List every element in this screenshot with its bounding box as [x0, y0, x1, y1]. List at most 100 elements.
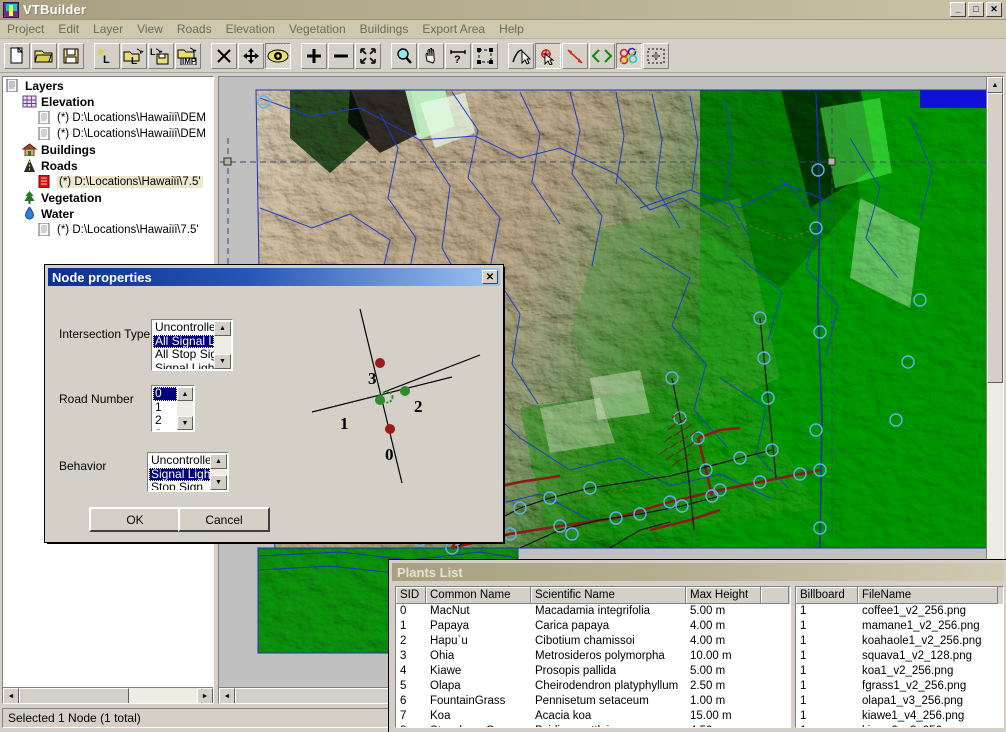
new-layer-button[interactable]: L [94, 42, 120, 69]
new-project-button[interactable] [4, 42, 30, 69]
menu-item-elevation[interactable]: Elevation [219, 20, 282, 38]
table-row[interactable]: 2 Hapu`u Cibotium chamissoi 4.00 m [396, 634, 790, 649]
table-row[interactable]: 6 FountainGrass Pennisetum setaceum 1.00 m [396, 694, 790, 709]
column-header[interactable]: Billboard [796, 587, 858, 604]
listbox-scrollbar[interactable]: ▲ ▼ [214, 321, 231, 369]
listbox-option[interactable]: Signal Light(: [153, 361, 214, 369]
plants-left-grid[interactable]: SID Common Name Scientific Name Max Height … [395, 586, 791, 728]
close-layer-button[interactable] [211, 42, 237, 69]
menu-item-help[interactable]: Help [492, 20, 531, 38]
scroll-down-button[interactable]: ▼ [214, 354, 231, 369]
scroll-right-button[interactable]: ► [197, 688, 213, 703]
road-direction-button[interactable] [562, 42, 588, 69]
scroll-thumb[interactable] [987, 93, 1003, 383]
listbox-option[interactable]: All Stop Sign [153, 347, 214, 362]
select-box-button[interactable] [472, 42, 498, 69]
menu-item-export-area[interactable]: Export Area [415, 20, 492, 38]
maximize-button[interactable]: □ [968, 2, 984, 17]
zoom-in-button[interactable] [301, 42, 327, 69]
listbox-option[interactable]: All Signal Lig [153, 334, 214, 348]
column-header[interactable]: Max Height [686, 587, 761, 604]
cancel-button[interactable]: Cancel [178, 507, 270, 532]
tree-node[interactable]: Roads [4, 158, 212, 174]
table-row[interactable]: 3 Ohia Metrosideros polymorpha 10.00 m [396, 649, 790, 664]
table-row[interactable]: 1 olapa1_v3_256.png [796, 694, 1003, 709]
table-row[interactable]: 5 Olapa Cheirodendron platyphyllum 2.50 m [396, 679, 790, 694]
table-row[interactable]: 8StrawberryGuavaPsidium cattleianum4.50 … [396, 724, 790, 727]
tree-node[interactable]: (*) D:\Locations\Hawaiïi\7.5' [4, 222, 212, 238]
minimize-button[interactable]: _ [950, 2, 966, 17]
layers-hscrollbar[interactable]: ◄ ► [3, 687, 213, 703]
column-header[interactable] [761, 587, 789, 604]
plants-right-body[interactable]: 1 coffee1_v2_256.png 1 mamane1_v2_256.png 1 k… [796, 604, 1003, 727]
open-layer-button[interactable]: L [121, 42, 147, 69]
listbox-option[interactable]: Uncontrolled [153, 321, 214, 335]
listbox-option[interactable]: Stop Sign [149, 480, 210, 490]
column-header[interactable]: Common Name [426, 587, 531, 604]
scroll-up-button[interactable]: ▲ [987, 77, 1003, 93]
pan-hand-button[interactable] [418, 42, 444, 69]
menu-item-edit[interactable]: Edit [51, 20, 86, 38]
intersection-type-listbox[interactable]: UncontrolledAll Signal LigAll Stop SignS… [151, 319, 233, 371]
column-header[interactable]: Scientific Name [531, 587, 686, 604]
scroll-up-button[interactable]: ▲ [214, 321, 231, 336]
table-row[interactable]: 0 MacNut Macadamia integrifolia 5.00 m [396, 604, 790, 619]
table-row[interactable]: 1 squava1_v2_128.png [796, 649, 1003, 664]
scroll-left-button[interactable]: ◄ [3, 688, 19, 703]
table-row[interactable]: 1 Papaya Carica papaya 4.00 m [396, 619, 790, 634]
listbox-option[interactable]: 0 [153, 387, 177, 401]
menu-item-layer[interactable]: Layer [86, 20, 130, 38]
save-layer-button[interactable]: L [148, 42, 174, 69]
column-header[interactable]: SID [396, 587, 426, 604]
tree-node[interactable]: Water [4, 206, 212, 222]
plants-left-body[interactable]: 0 MacNut Macadamia integrifolia 5.00 m 1 Papa… [396, 604, 790, 727]
show-layer-button[interactable] [265, 42, 291, 69]
scroll-up-button[interactable]: ▲ [210, 454, 227, 469]
save-project-button[interactable] [58, 42, 84, 69]
scroll-down-button[interactable]: ▼ [177, 416, 193, 430]
tree-node[interactable]: Vegetation [4, 190, 212, 206]
listbox-option[interactable]: Signal Light [149, 467, 210, 481]
menu-item-project[interactable]: Project [0, 20, 51, 38]
table-row[interactable]: 1 mamane1_v2_256.png [796, 619, 1003, 634]
tree-node[interactable]: Layers [4, 78, 212, 94]
menu-item-vegetation[interactable]: Vegetation [282, 20, 353, 38]
road-nodes-button[interactable] [616, 42, 642, 69]
table-row[interactable]: 7 Koa Acacia koa 15.00 m [396, 709, 790, 724]
listbox-option[interactable]: Uncontrolled [149, 454, 210, 468]
column-header[interactable]: FileName [858, 587, 998, 604]
scroll-up-button[interactable]: ▲ [177, 387, 193, 401]
listbox-scrollbar[interactable]: ▲ ▼ [177, 387, 193, 430]
selection-handle[interactable] [827, 157, 836, 166]
listbox-option[interactable]: 2 [153, 413, 177, 428]
road-cleanup-button[interactable] [643, 42, 669, 69]
tree-node[interactable]: Buildings [4, 142, 212, 158]
listbox-option[interactable]: 3 [153, 427, 177, 430]
scroll-left-button[interactable]: ◄ [219, 688, 235, 703]
table-row[interactable]: 1kiawe2_v3_256.png [796, 724, 1003, 727]
zoom-out-button[interactable] [328, 42, 354, 69]
import-layer-button[interactable]: IMP [175, 42, 201, 69]
select-road-button[interactable] [508, 42, 534, 69]
listbox-option[interactable]: 1 [153, 400, 177, 415]
road-number-listbox[interactable]: 0123 ▲ ▼ [151, 385, 195, 432]
listbox-scrollbar[interactable]: ▲ ▼ [210, 454, 227, 490]
behavior-listbox[interactable]: UncontrolledSignal LightStop Sign ▲ ▼ [147, 452, 229, 492]
edit-node-button[interactable] [589, 42, 615, 69]
tree-node[interactable]: Elevation [4, 94, 212, 110]
magnifier-button[interactable] [391, 42, 417, 69]
tree-node[interactable]: (*) D:\Locations\Hawaiïi\7.5' [4, 174, 212, 190]
select-node-button[interactable] [535, 42, 561, 69]
tree-node[interactable]: (*) D:\Locations\Hawaiïi\DEM [4, 126, 212, 142]
selection-handle[interactable] [223, 157, 232, 166]
table-row[interactable]: 1 coffee1_v2_256.png [796, 604, 1003, 619]
table-row[interactable]: 1 koa1_v2_256.png [796, 664, 1003, 679]
zoom-all-button[interactable] [355, 42, 381, 69]
open-project-button[interactable] [31, 42, 57, 69]
table-row[interactable]: 1 kiawe1_v4_256.png [796, 709, 1003, 724]
menu-item-buildings[interactable]: Buildings [353, 20, 416, 38]
plants-right-grid[interactable]: Billboard FileName 1 coffee1_v2_256.png 1 ma… [795, 586, 1004, 728]
scroll-down-button[interactable]: ▼ [210, 475, 227, 490]
ok-button[interactable]: OK [89, 507, 181, 532]
scroll-thumb[interactable] [19, 688, 129, 703]
